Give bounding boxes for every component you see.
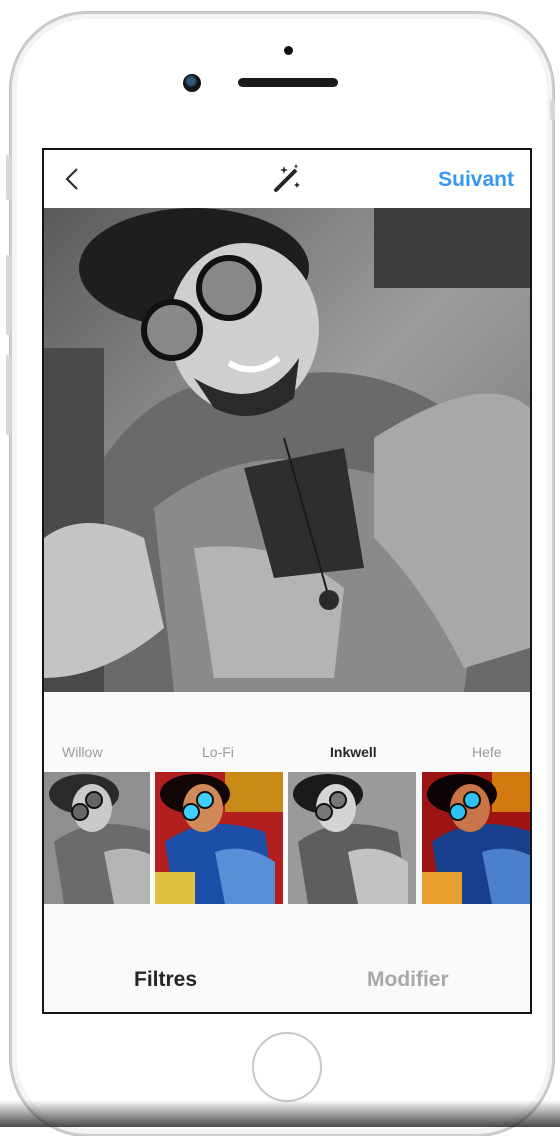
magic-wand-icon	[274, 164, 300, 192]
proximity-sensor	[284, 46, 293, 55]
photo-image	[44, 208, 530, 692]
filter-label-inkwell[interactable]: Inkwell	[330, 744, 377, 760]
tab-filters[interactable]: Filtres	[134, 968, 197, 992]
filter-thumbnail-strip	[44, 772, 530, 904]
mute-switch	[6, 155, 11, 200]
volume-up-button	[6, 255, 11, 335]
filter-label-hefe[interactable]: Hefe	[472, 744, 502, 760]
bottom-tab-bar: Filtres Modifier	[44, 940, 530, 1012]
thumbnail-image	[155, 772, 283, 904]
home-button[interactable]	[252, 1032, 322, 1102]
thumbnail-image	[288, 772, 416, 904]
phone-shadow	[0, 1100, 560, 1127]
photo-preview	[44, 208, 530, 692]
filter-thumbnail-lofi[interactable]	[155, 772, 283, 904]
filter-labels: Willow Lo-Fi Inkwell Hefe	[44, 744, 530, 768]
earpiece-speaker	[238, 78, 338, 87]
back-button[interactable]	[58, 164, 88, 194]
filter-label-willow[interactable]: Willow	[62, 744, 102, 760]
filter-thumbnail-hefe[interactable]	[422, 772, 530, 904]
magic-wand-button[interactable]	[270, 162, 304, 196]
thumbnail-image	[422, 772, 530, 904]
app-screen: Suivant Willow Lo-Fi Inkwell Hefe Filtre…	[42, 148, 532, 1014]
tab-edit[interactable]: Modifier	[367, 968, 449, 992]
top-navigation-bar: Suivant	[44, 150, 530, 209]
next-button[interactable]: Suivant	[438, 168, 514, 192]
filter-thumbnail-willow[interactable]	[44, 772, 150, 904]
power-button	[550, 100, 555, 120]
volume-down-button	[6, 355, 11, 435]
filter-label-lofi[interactable]: Lo-Fi	[202, 744, 234, 760]
chevron-left-icon	[65, 168, 78, 190]
filter-thumbnail-inkwell[interactable]	[288, 772, 416, 904]
front-camera-icon	[183, 74, 201, 92]
thumbnail-image	[44, 772, 150, 904]
